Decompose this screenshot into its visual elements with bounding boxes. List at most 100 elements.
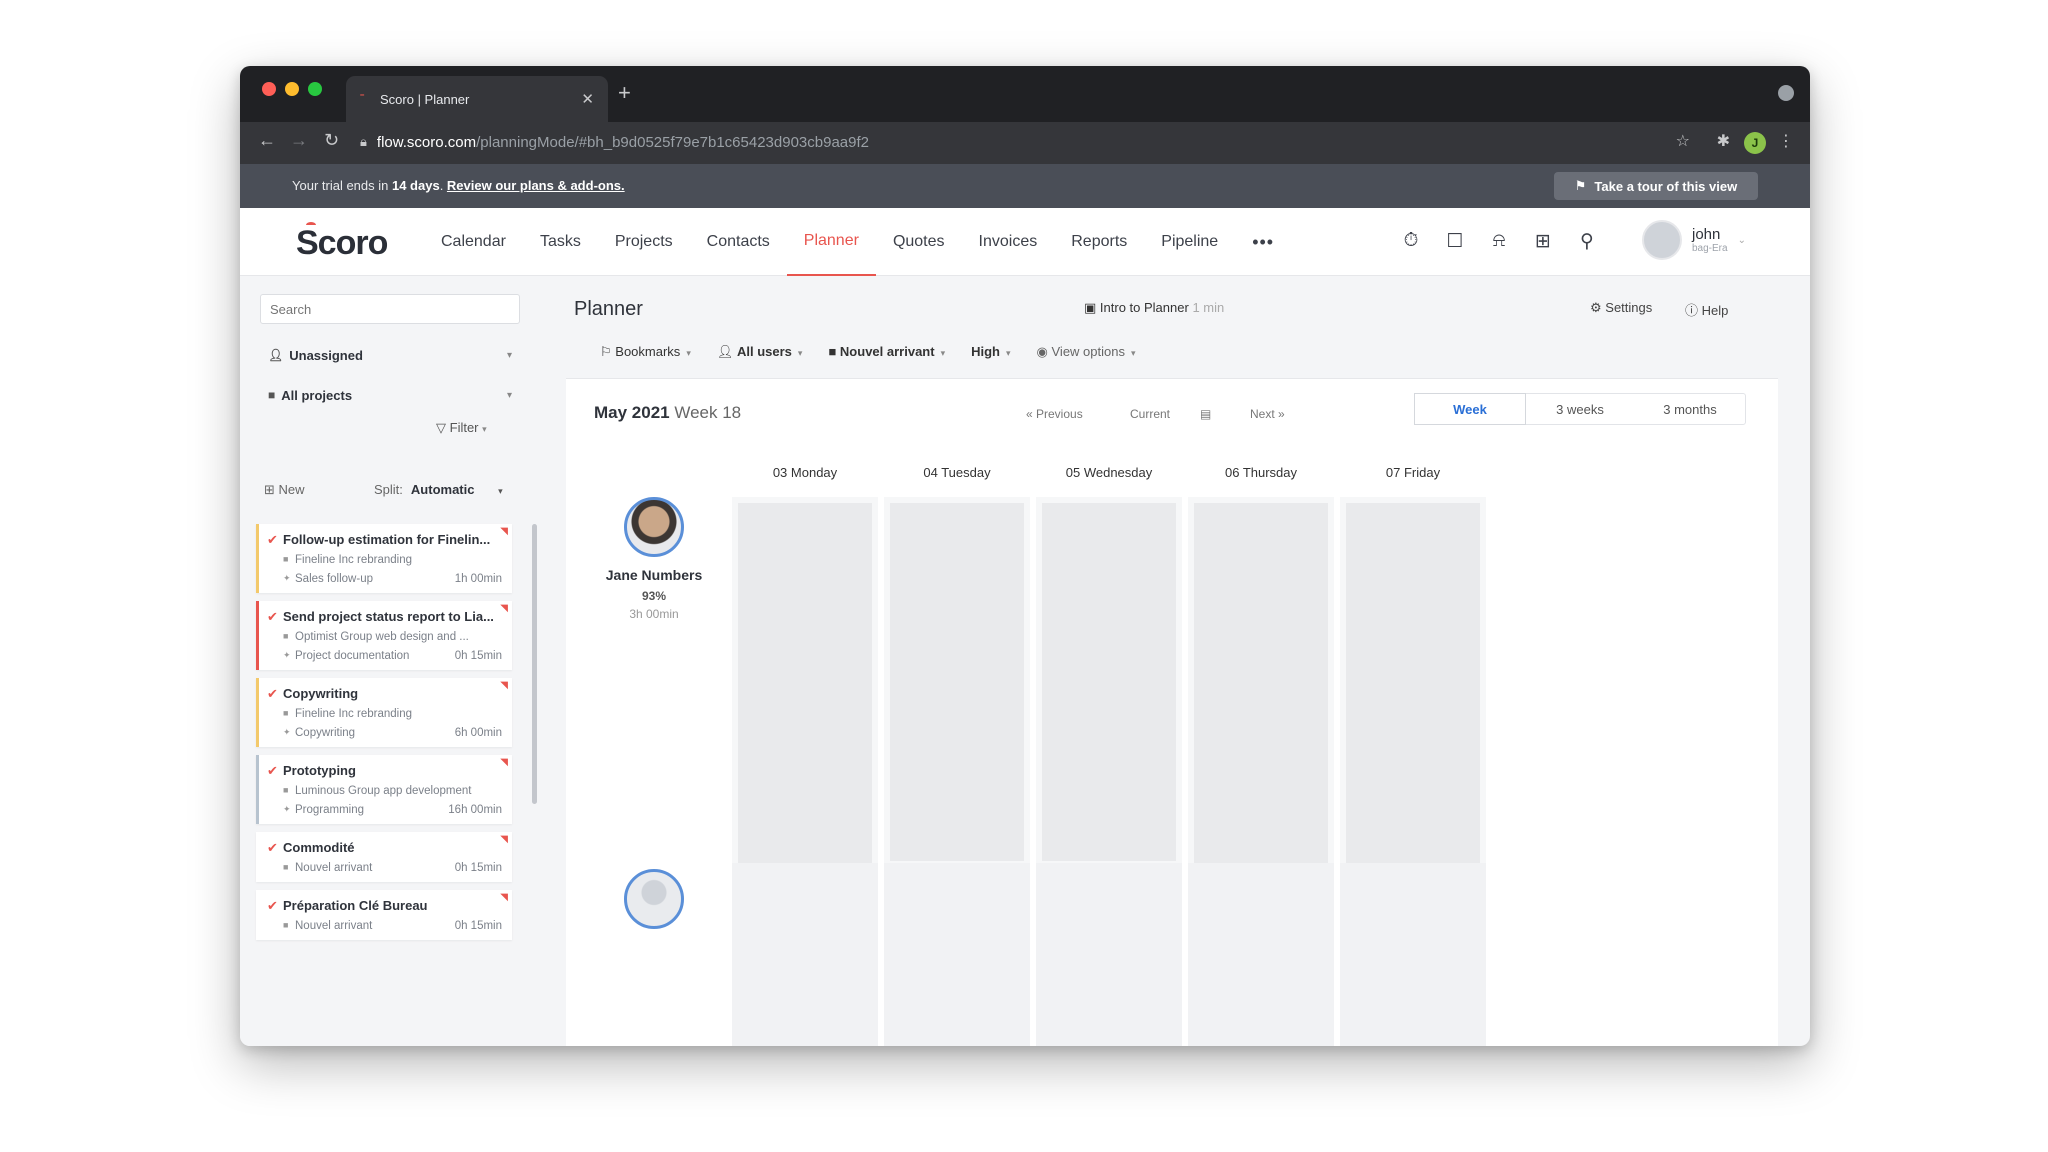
avatar [1642,220,1682,260]
bookmark-star-icon[interactable]: ☆ [1676,131,1690,151]
settings-button[interactable]: ⚙ Settings [1590,300,1652,316]
chevron-down-icon: ▾ [1130,348,1136,358]
check-icon[interactable]: ✔ [267,840,278,856]
previous-button[interactable]: « Previous [1026,407,1083,421]
back-icon[interactable]: ← [258,130,276,151]
day-lane[interactable] [884,863,1030,1046]
chevron-down-icon: ▾ [506,349,512,361]
allocation-block[interactable] [890,503,1024,861]
close-tab-icon[interactable]: ✕ [581,90,594,108]
day-header: 07 Friday [1385,465,1441,480]
assignee-select[interactable]: 👤︎ Unassigned ▾ [260,338,520,372]
bookmark-icon[interactable]: ☐ [1444,230,1466,253]
view-3-months[interactable]: 3 months [1635,394,1745,424]
day-lane[interactable] [1188,863,1334,1046]
nav-tasks[interactable]: Tasks [523,208,598,276]
more-icon[interactable]: ••• [1235,208,1291,276]
check-icon[interactable]: ✔ [267,898,278,914]
task-card[interactable]: ✔ ◥ Copywriting ■ Fineline Inc rebranding ✦ Co… [256,678,512,747]
search-input[interactable] [260,294,520,324]
avatar [624,497,684,557]
tab-title: Scoro | Planner [380,91,470,107]
main-nav: Calendar Tasks Projects Contacts Planner Quot… [424,208,1291,276]
add-icon[interactable]: ⊞ [1532,230,1554,253]
view-week[interactable]: Week [1415,394,1525,424]
take-tour-button[interactable]: ⚑ Take a tour of this view [1554,172,1758,200]
new-tab-icon[interactable]: + [618,80,631,106]
search-icon[interactable]: ⚲ [1576,230,1598,253]
check-icon[interactable]: ✔ [267,609,278,625]
url-input[interactable]: 🔒︎ flow.scoro.com/planningMode/#bh_b9d05… [360,127,1660,157]
task-card[interactable]: ✔ ◥ Follow-up estimation for Finelin... ■ Fi… [256,524,512,593]
nav-reports[interactable]: Reports [1054,208,1144,276]
day-lane[interactable] [1036,863,1182,1046]
user-menu[interactable]: john bag-Era ⌄ [1642,220,1746,260]
calendar-icon[interactable]: ▤ [1200,407,1211,421]
priority-flag-icon: ◥ [500,757,508,768]
scoro-logo[interactable]: Scoro [296,222,388,263]
task-card[interactable]: ✔ ◥ Send project status report to Lia... ■ O… [256,601,512,670]
nav-pipeline[interactable]: Pipeline [1144,208,1235,276]
plus-square-icon: ⊞ [264,482,275,497]
nav-projects[interactable]: Projects [598,208,690,276]
day-lane[interactable] [1340,863,1486,1046]
review-plans-link[interactable]: Review our plans & add-ons. [447,178,625,193]
nav-contacts[interactable]: Contacts [690,208,787,276]
reload-icon[interactable]: ↻ [324,130,339,151]
close-window-icon[interactable] [262,82,276,96]
split-select[interactable]: Split: Automatic ▾ [374,482,503,497]
bell-icon[interactable]: ⍾ [1488,230,1510,253]
nav-planner[interactable]: Planner [786,208,876,276]
new-task-button[interactable]: ⊞ New [264,482,305,498]
task-activity: Project documentation [295,650,410,662]
check-icon[interactable]: ✔ [267,686,278,702]
view-options-dropdown[interactable]: ◉ View options ▾ [1037,344,1136,360]
current-button[interactable]: Current [1130,407,1170,421]
chrome-menu-icon[interactable] [1778,85,1794,101]
priority-flag-icon: ◥ [500,603,508,614]
unassigned-avatar[interactable] [624,869,684,929]
day-lane[interactable] [732,863,878,1046]
browser-menu-icon[interactable]: ⋮ [1778,131,1794,151]
video-icon: ▣ [1084,300,1097,315]
task-card[interactable]: ✔ ◥ Prototyping ■ Luminous Group app develop… [256,755,512,824]
person-jane-numbers[interactable]: Jane Numbers 93% 3h 00min [594,497,714,621]
projects-select[interactable]: ■ All projects ▾ [260,378,520,412]
task-card[interactable]: ✔ ◥ Préparation Clé Bureau ■ Nouvel arrivant… [256,890,512,940]
forward-icon[interactable]: → [290,130,308,151]
check-icon[interactable]: ✔ [267,532,278,548]
check-icon[interactable]: ✔ [267,763,278,779]
maximize-window-icon[interactable] [308,82,322,96]
task-title: Préparation Clé Bureau [283,898,428,913]
allocation-block[interactable] [1346,503,1480,889]
view-3-weeks[interactable]: 3 weeks [1525,394,1635,424]
intro-video-link[interactable]: ▣ Intro to Planner 1 min [1084,300,1224,316]
next-button[interactable]: Next » [1250,407,1285,421]
profile-avatar[interactable]: J [1744,132,1766,154]
user-org: bag-Era [1692,243,1728,254]
filter-button[interactable]: ▽ Filter ▾ [436,420,487,436]
priority-dropdown[interactable]: High ▾ [971,344,1010,360]
page-title: Planner [574,298,643,320]
bookmarks-dropdown[interactable]: ⚐ Bookmarks ▾ [600,344,691,360]
browser-tab[interactable]: ˉ Scoro | Planner ✕ [346,76,608,122]
sidebar-scrollbar[interactable] [532,524,537,804]
minimize-window-icon[interactable] [285,82,299,96]
timer-icon[interactable]: ⏱︎ [1400,230,1422,253]
project-dropdown[interactable]: ■ Nouvel arrivant ▾ [828,344,945,360]
allocation-block[interactable] [738,503,872,923]
task-project: Fineline Inc rebranding [295,554,412,566]
users-dropdown[interactable]: 👤︎ All users ▾ [717,344,803,360]
chevron-down-icon: ⌄ [1737,234,1746,246]
allocation-block[interactable] [1042,503,1176,861]
allocation-block[interactable] [1194,503,1328,889]
nav-invoices[interactable]: Invoices [962,208,1055,276]
extensions-icon[interactable]: ✱ [1717,131,1730,151]
nav-quotes[interactable]: Quotes [876,208,962,276]
help-button[interactable]: ⓘ Help [1685,300,1728,319]
nav-calendar[interactable]: Calendar [424,208,523,276]
task-card[interactable]: ✔ ◥ Commodité ■ Nouvel arrivant 0h 15min [256,832,512,882]
task-project: Nouvel arrivant [295,862,373,874]
planner-toolbar: ⚐ Bookmarks ▾ 👤︎ All users ▾ ■ Nouvel arri… [600,344,1136,360]
utilization: 93% [641,589,667,603]
